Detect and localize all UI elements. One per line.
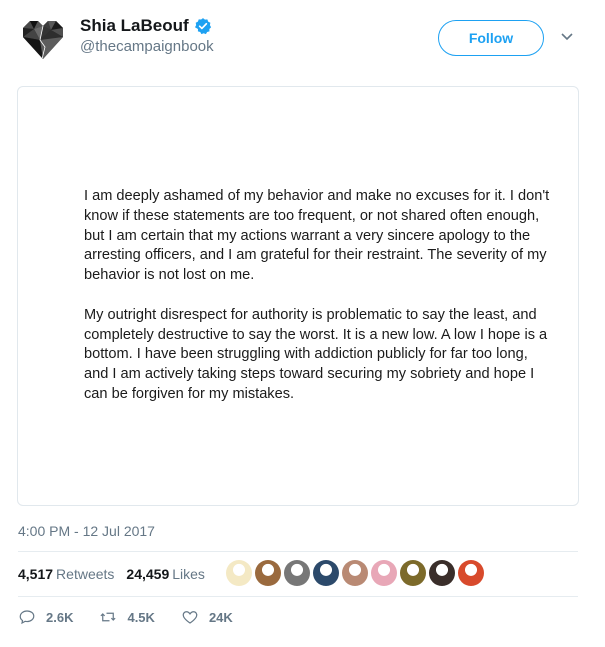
user-handle[interactable]: @thecampaignbook [80, 38, 214, 55]
liker-avatar[interactable] [371, 560, 397, 586]
tweet-actions: 2.6K 4.5K 24K [18, 608, 259, 626]
tweet-timestamp[interactable]: 4:00 PM - 12 Jul 2017 [18, 523, 155, 539]
liker-avatar[interactable] [458, 560, 484, 586]
retweets-count: 4,517 [18, 566, 54, 582]
likes-stat[interactable]: 24,459 Likes [126, 566, 205, 582]
liker-avatar[interactable] [429, 560, 455, 586]
divider [18, 551, 578, 552]
engagement-stats: 4,517 Retweets 24,459 Likes [18, 566, 205, 582]
retweet-action[interactable]: 4.5K [99, 608, 155, 626]
likes-count: 24,459 [126, 566, 170, 582]
verified-badge-icon [194, 18, 211, 35]
statement-text: I am deeply ashamed of my behavior and m… [84, 187, 554, 425]
broken-heart-avatar-icon[interactable] [18, 14, 68, 64]
name-row: Shia LaBeouf [80, 16, 212, 36]
divider [18, 596, 578, 597]
follow-button[interactable]: Follow [438, 20, 544, 56]
retweet-icon [100, 612, 117, 622]
liker-avatar[interactable] [226, 560, 252, 586]
statement-paragraph: I am deeply ashamed of my behavior and m… [84, 188, 550, 284]
like-count: 24K [208, 609, 233, 625]
tweet-header: Shia LaBeouf @thecampaignbook Follow [0, 0, 605, 70]
liker-avatar[interactable] [400, 560, 426, 586]
tweet-image[interactable]: I am deeply ashamed of my behavior and m… [17, 86, 579, 506]
display-name[interactable]: Shia LaBeouf [80, 16, 189, 36]
reply-icon [19, 610, 35, 625]
liker-avatar[interactable] [342, 560, 368, 586]
reply-count: 2.6K [46, 609, 74, 625]
liker-avatar[interactable] [255, 560, 281, 586]
retweets-stat[interactable]: 4,517 Retweets [18, 566, 114, 582]
like-action[interactable]: 24K [181, 608, 233, 626]
reply-action[interactable]: 2.6K [18, 608, 73, 626]
liker-avatar[interactable] [284, 560, 310, 586]
liker-avatars [226, 560, 484, 586]
retweets-label: Retweets [56, 566, 115, 582]
statement-paragraph: My outright disrespect for authority is … [84, 306, 548, 402]
chevron-down-icon[interactable] [560, 30, 574, 44]
liker-avatar[interactable] [313, 560, 339, 586]
retweet-count: 4.5K [127, 609, 155, 625]
like-icon [182, 611, 198, 624]
likes-label: Likes [172, 566, 205, 582]
